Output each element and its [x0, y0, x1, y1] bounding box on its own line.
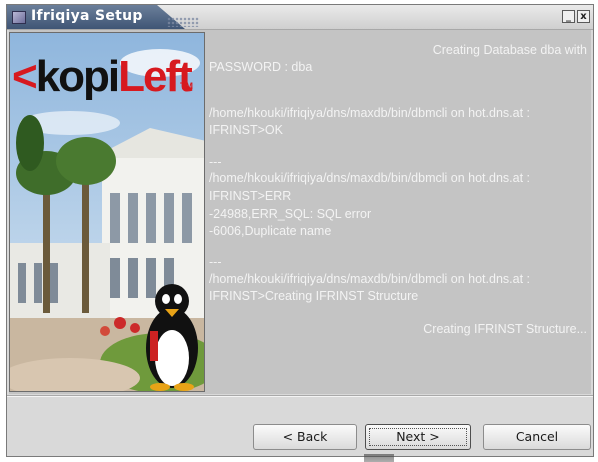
log-line: --- — [209, 155, 222, 169]
window-title: Ifriqiya Setup — [31, 8, 143, 24]
close-button[interactable]: x — [577, 10, 590, 23]
log-line: /home/hkouki/ifriqiya/dns/maxdb/bin/dbmc… — [209, 106, 531, 120]
log-line: Creating Database dba with — [432, 43, 587, 57]
title-dots-decoration — [167, 17, 199, 27]
log-line: IFRINST>ERR — [209, 189, 292, 203]
log-line: -6006,Duplicate name — [209, 224, 332, 238]
cancel-button[interactable]: Cancel — [483, 424, 591, 450]
wizard-content: <kopiLeft TM Creating Database dba with … — [9, 30, 591, 394]
title-bar[interactable]: Ifriqiya Setup _ x — [7, 5, 593, 30]
log-line: --- — [209, 255, 222, 269]
setup-window: Ifriqiya Setup _ x <kopiLeft TM Creating… — [6, 4, 594, 457]
button-separator — [7, 395, 593, 397]
kopileft-banner-image: <kopiLeft TM — [9, 32, 205, 392]
log-line: /home/hkouki/ifriqiya/dns/maxdb/bin/dbmc… — [209, 272, 531, 286]
app-window-icon[interactable] — [12, 11, 26, 24]
log-line: Creating IFRINST Structure... — [423, 322, 587, 336]
back-button[interactable]: < Back — [253, 424, 357, 450]
window-edge-decoration — [364, 454, 394, 462]
log-line: IFRINST>Creating IFRINST Structure — [209, 289, 419, 303]
focus-ring — [369, 428, 467, 446]
log-line: PASSWORD : dba — [209, 60, 313, 74]
log-line: -24988,ERR_SQL: SQL error — [209, 207, 372, 221]
logo-trademark: TM — [180, 81, 193, 91]
next-button[interactable]: Next > — [365, 424, 471, 450]
kopileft-logo: <kopiLeft — [12, 52, 193, 101]
log-line: /home/hkouki/ifriqiya/dns/maxdb/bin/dbmc… — [209, 171, 531, 185]
log-line: IFRINST>OK — [209, 123, 283, 137]
install-log: Creating Database dba with PASSWORD : db… — [209, 36, 589, 392]
minimize-button[interactable]: _ — [562, 10, 575, 23]
